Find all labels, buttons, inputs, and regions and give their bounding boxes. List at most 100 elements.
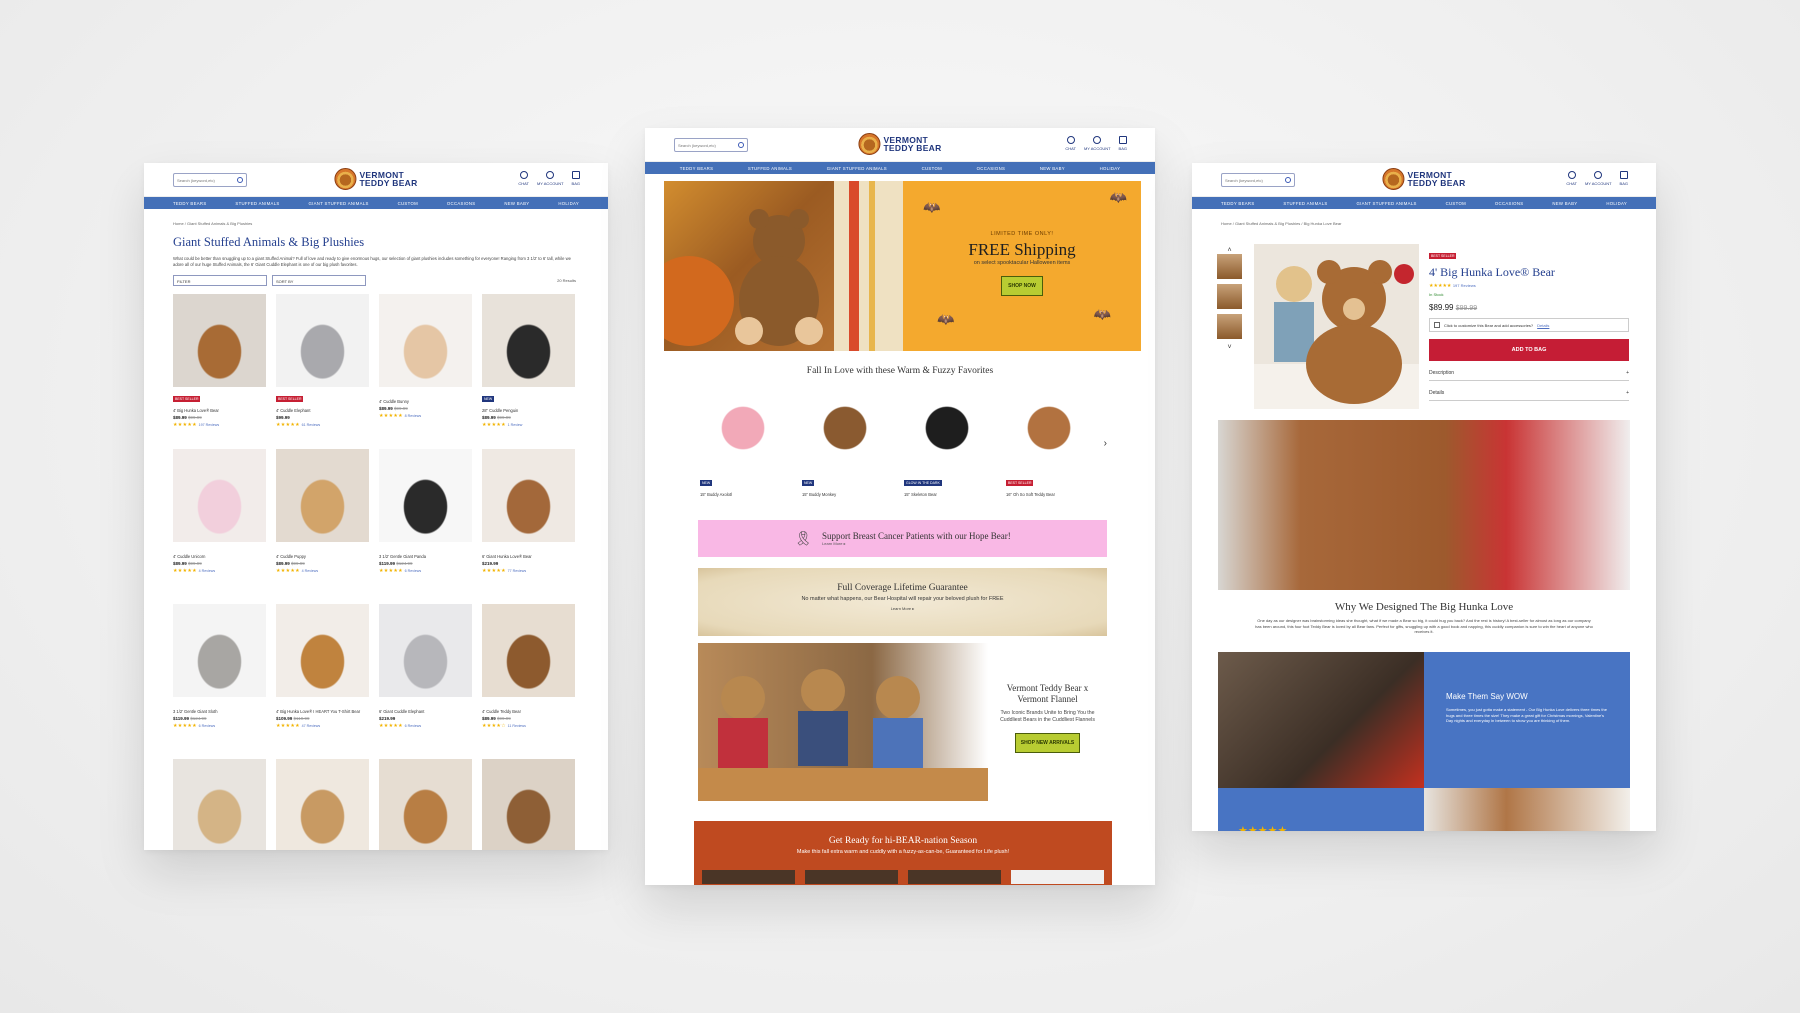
nav-item[interactable]: OCCASIONS [1495, 201, 1524, 206]
shop-now-button[interactable]: SHOP NOW [1001, 276, 1043, 296]
details-link[interactable]: Details [1537, 323, 1549, 328]
favorite-card[interactable]: NEW 15" Buddy Monkey [802, 385, 888, 497]
nav-item[interactable]: CUSTOM [922, 166, 942, 171]
favorite-image[interactable] [1006, 385, 1092, 471]
product-card[interactable]: 4' Big Hunka Love® I HEART You T-Shirt B… [276, 604, 369, 759]
hope-bear-banner[interactable]: 🎗 Support Breast Cancer Patients with ou… [698, 520, 1107, 557]
product-image[interactable] [379, 449, 472, 542]
product-rating[interactable]: ★★★★★ 1 Review [482, 422, 575, 428]
breadcrumb[interactable]: Home / Giant Stuffed Animals & Big Plush… [1221, 221, 1656, 226]
search-icon[interactable] [1285, 177, 1291, 183]
product-image[interactable] [276, 449, 369, 542]
nav-item[interactable]: GIANT STUFFED ANIMALS [1357, 201, 1417, 206]
product-image[interactable] [482, 449, 575, 542]
favorite-image[interactable] [904, 385, 990, 471]
product-image[interactable] [379, 759, 472, 850]
sort-dropdown[interactable]: SORT BY [272, 275, 366, 286]
product-card[interactable] [379, 759, 472, 850]
customize-option[interactable]: Click to customize this Bear and add acc… [1429, 318, 1629, 332]
product-name[interactable]: 28" Cuddle Penguin [482, 408, 575, 413]
search-icon[interactable] [237, 177, 243, 183]
product-name[interactable]: 3 1/2' Gentle Giant Panda [379, 554, 472, 559]
hibernation-product-image[interactable] [805, 870, 898, 884]
product-image[interactable] [173, 294, 266, 387]
product-rating[interactable]: ★★★★★ 197 Reviews [173, 422, 266, 428]
account-button[interactable]: MY ACCOUNT [537, 171, 564, 186]
product-card[interactable]: 6' Giant Hunka Love® Bear $219.99 ★★★★★ 7… [482, 449, 575, 604]
chat-button[interactable]: CHAT [1065, 136, 1076, 151]
nav-item[interactable]: NEW BABY [1552, 201, 1577, 206]
product-card[interactable]: 3 1/2' Gentle Giant Sloth $119.99 $124.99… [173, 604, 266, 759]
bag-button[interactable]: BAG [572, 171, 580, 186]
hibernation-product-image[interactable] [702, 870, 795, 884]
product-card[interactable]: 4' Cuddle Teddy Bear $89.99 $99.99 ★★★★☆ 1… [482, 604, 575, 759]
favorite-image[interactable] [700, 385, 786, 471]
favorite-name[interactable]: 15" Buddy Monkey [802, 492, 888, 497]
product-thumbnail[interactable] [1217, 254, 1242, 279]
nav-item[interactable]: HOLIDAY [1606, 201, 1627, 206]
product-card[interactable]: 3 1/2' Gentle Giant Panda $119.99 $124.99… [379, 449, 472, 604]
product-image[interactable] [173, 449, 266, 542]
nav-item[interactable]: HOLIDAY [558, 201, 579, 206]
product-rating[interactable]: ★★★★★ 6 Reviews [379, 568, 472, 574]
logo[interactable]: VERMONT TEDDY BEAR [334, 168, 417, 190]
accordion-description[interactable]: Description + [1429, 361, 1629, 381]
learn-more-link[interactable]: Learn More ▸ [822, 541, 1011, 546]
product-thumbnail[interactable] [1217, 314, 1242, 339]
nav-item[interactable]: GIANT STUFFED ANIMALS [827, 166, 887, 171]
hibernation-product-image[interactable] [908, 870, 1001, 884]
nav-item[interactable]: TEDDY BEARS [680, 166, 714, 171]
bag-button[interactable]: BAG [1119, 136, 1127, 151]
product-name[interactable]: 4' Cuddle Unicorn [173, 554, 266, 559]
guarantee-banner[interactable]: Full Coverage Lifetime Guarantee No matt… [698, 568, 1107, 636]
product-image[interactable] [173, 604, 266, 697]
product-rating[interactable]: ★★★★★ 6 Reviews [173, 723, 266, 729]
product-card[interactable]: BEST SELLER 4' Cuddle Elephant $99.99 ★★★★… [276, 294, 369, 449]
nav-item[interactable]: STUFFED ANIMALS [748, 166, 792, 171]
product-card[interactable]: 4' Cuddle Puppy $89.99 $99.99 ★★★★★ 4 Revi… [276, 449, 369, 604]
add-to-bag-button[interactable]: ADD TO BAG [1429, 339, 1629, 361]
product-card[interactable] [173, 759, 266, 850]
favorite-name[interactable]: 15" Skeleton Bear [904, 492, 990, 497]
product-rating[interactable]: ★★★★☆ 11 Reviews [482, 723, 575, 729]
product-image[interactable] [379, 294, 472, 387]
nav-item[interactable]: OCCASIONS [447, 201, 476, 206]
learn-more-link[interactable]: Learn More ▸ [698, 606, 1107, 611]
customize-checkbox[interactable] [1434, 322, 1440, 328]
product-image[interactable] [276, 759, 369, 850]
filter-dropdown[interactable]: FILTER [173, 275, 267, 286]
product-rating[interactable]: ★★★★★ 61 Reviews [276, 422, 369, 428]
product-image[interactable] [173, 759, 266, 850]
product-image[interactable] [276, 294, 369, 387]
nav-item[interactable]: STUFFED ANIMALS [1283, 201, 1327, 206]
product-main-image[interactable] [1254, 244, 1419, 409]
product-card[interactable] [482, 759, 575, 850]
product-thumbnail[interactable] [1217, 284, 1242, 309]
product-rating[interactable]: ★★★★★ 77 Reviews [482, 568, 575, 574]
product-image[interactable] [276, 604, 369, 697]
product-rating[interactable]: ★★★★★ 4 Reviews [276, 568, 369, 574]
nav-item[interactable]: TEDDY BEARS [1221, 201, 1255, 206]
logo[interactable]: VERMONT TEDDY BEAR [1382, 168, 1465, 190]
review-count[interactable]: 197 Reviews [1453, 283, 1476, 288]
product-name[interactable]: 4' Cuddle Puppy [276, 554, 369, 559]
favorite-card[interactable]: GLOW IN THE DARK 15" Skeleton Bear [904, 385, 990, 497]
favorite-card[interactable]: NEW 15" Buddy Axolotl [700, 385, 786, 497]
product-rating[interactable]: ★★★★★ 47 Reviews [276, 723, 369, 729]
product-card[interactable]: 4' Cuddle Unicorn $89.99 $99.99 ★★★★★ 4 Re… [173, 449, 266, 604]
breadcrumb[interactable]: Home / Giant Stuffed Animals & Big Plush… [173, 221, 608, 226]
account-button[interactable]: MY ACCOUNT [1585, 171, 1612, 186]
search-icon[interactable] [738, 142, 744, 148]
product-rating[interactable]: ★★★★★ 4 Reviews [173, 568, 266, 574]
account-button[interactable]: MY ACCOUNT [1084, 136, 1111, 151]
nav-item[interactable]: GIANT STUFFED ANIMALS [309, 201, 369, 206]
product-name[interactable]: 6' Giant Hunka Love® Bear [482, 554, 575, 559]
nav-item[interactable]: CUSTOM [398, 201, 418, 206]
accordion-details[interactable]: Details + [1429, 381, 1629, 401]
product-name[interactable]: 6' Giant Cuddle Elephant [379, 709, 472, 714]
product-card[interactable] [276, 759, 369, 850]
nav-item[interactable]: OCCASIONS [977, 166, 1006, 171]
chat-button[interactable]: CHAT [518, 171, 529, 186]
product-name[interactable]: 4' Cuddle Elephant [276, 408, 369, 413]
logo[interactable]: VERMONT TEDDY BEAR [858, 133, 941, 155]
